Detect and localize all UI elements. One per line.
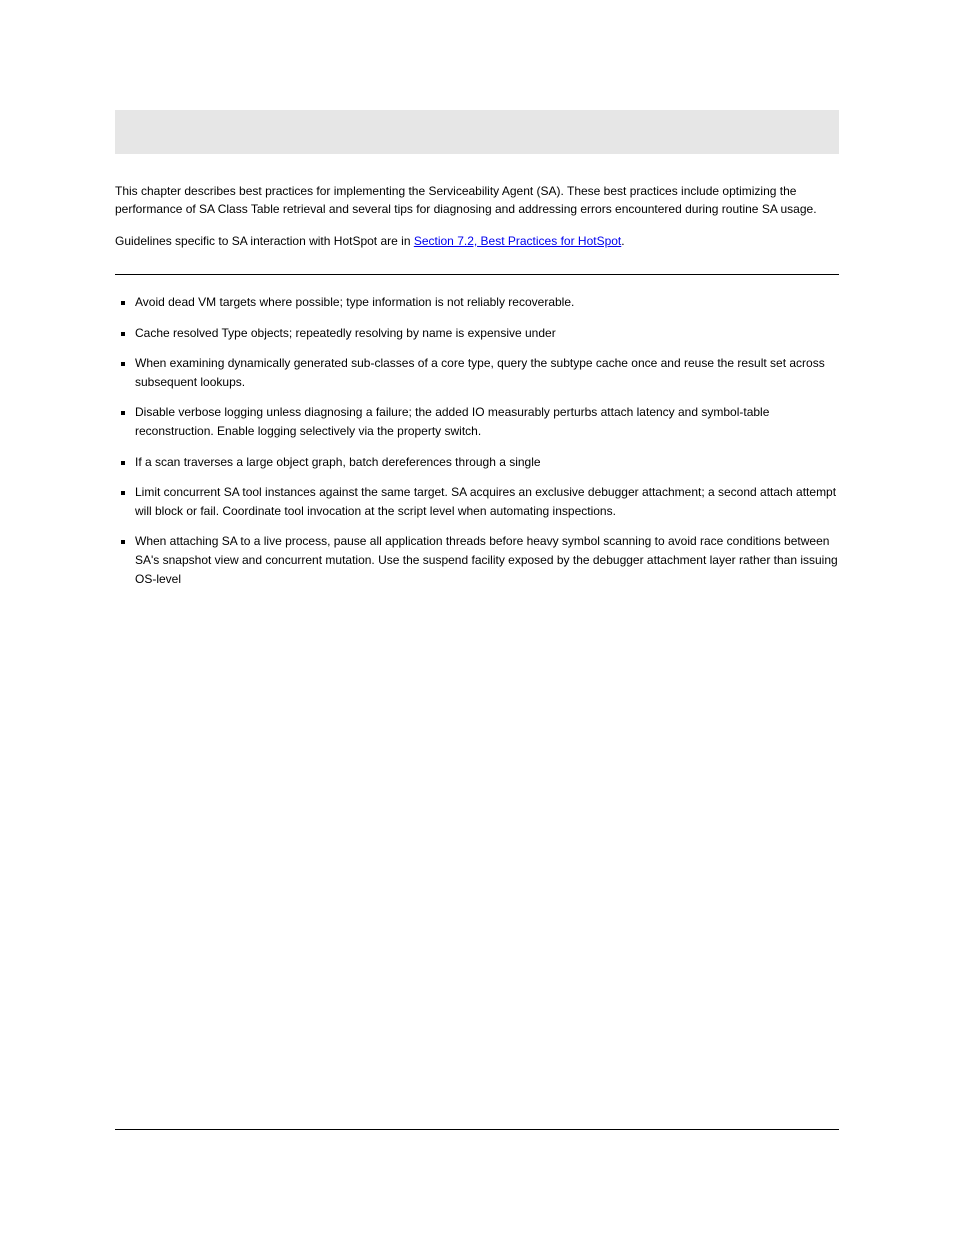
- list-item: If a scan traverses a large object graph…: [135, 453, 839, 472]
- section-rule: [115, 274, 839, 275]
- list-item: Disable verbose logging unless diagnosin…: [135, 403, 839, 440]
- header-banner: [115, 110, 839, 154]
- intro-paragraph: This chapter describes best practices fo…: [115, 182, 839, 218]
- list-item: Limit concurrent SA tool instances again…: [135, 483, 839, 520]
- crossref-prefix: Guidelines specific to SA interaction wi…: [115, 234, 414, 248]
- list-item: Cache resolved Type objects; repeatedly …: [135, 324, 839, 343]
- footer-rule: [115, 1129, 839, 1130]
- crossref-suffix: .: [621, 234, 624, 248]
- list-item: Avoid dead VM targets where possible; ty…: [135, 293, 839, 312]
- crossref-link[interactable]: Section 7.2, Best Practices for HotSpot: [414, 234, 621, 248]
- best-practices-list: Avoid dead VM targets where possible; ty…: [115, 293, 839, 588]
- list-item: When attaching SA to a live process, pau…: [135, 532, 839, 588]
- list-item: When examining dynamically generated sub…: [135, 354, 839, 391]
- crossref-paragraph: Guidelines specific to SA interaction wi…: [115, 232, 839, 250]
